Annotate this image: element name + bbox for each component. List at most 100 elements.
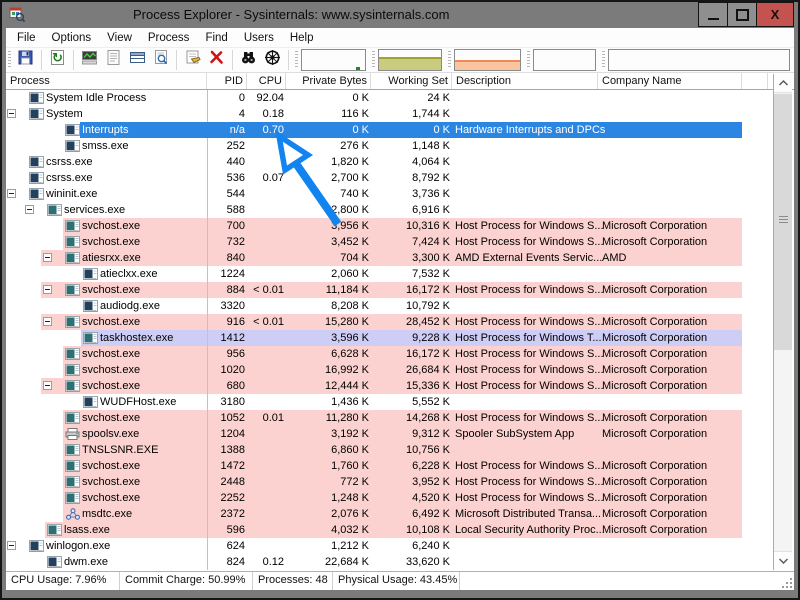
- cell-pb: 0 K: [288, 122, 369, 138]
- column-header-cpu[interactable]: CPU: [247, 73, 286, 89]
- process-row[interactable]: Interruptsn/a0.700 K0 KHardware Interrup…: [6, 122, 794, 138]
- process-row[interactable]: svchost.exe884< 0.0111,184 K16,172 KHost…: [6, 282, 794, 298]
- tree-collapse-toggle[interactable]: [7, 109, 16, 118]
- column-header-description[interactable]: Description: [452, 73, 598, 89]
- menu-item-find[interactable]: Find: [197, 30, 235, 46]
- menu-item-help[interactable]: Help: [282, 30, 322, 46]
- menu-item-process[interactable]: Process: [140, 30, 198, 46]
- tree-collapse-toggle[interactable]: [25, 205, 34, 214]
- cell-ws: 8,792 K: [372, 170, 450, 186]
- toolbar-gripper[interactable]: [448, 51, 451, 69]
- cell-pb: 16,992 K: [288, 362, 369, 378]
- cell-cpu: [247, 298, 284, 314]
- process-row[interactable]: svchost.exe102016,992 K26,684 KHost Proc…: [6, 362, 794, 378]
- toolbar-gripper[interactable]: [527, 51, 530, 69]
- properties-button[interactable]: [181, 49, 205, 71]
- column-header-process[interactable]: Process: [6, 73, 207, 89]
- process-row[interactable]: dwm.exe8240.1222,684 K33,620 K: [6, 554, 794, 570]
- process-row[interactable]: svchost.exe22521,248 K4,520 KHost Proces…: [6, 490, 794, 506]
- column-header-private-bytes[interactable]: Private Bytes: [286, 73, 371, 89]
- process-row[interactable]: audiodg.exe33208,208 K10,792 K: [6, 298, 794, 314]
- toolbar-gripper[interactable]: [372, 51, 375, 69]
- process-row[interactable]: atieclxx.exe12242,060 K7,532 K: [6, 266, 794, 282]
- tree-collapse-toggle[interactable]: [7, 541, 16, 550]
- minimize-button[interactable]: [698, 2, 728, 27]
- cell-comp: Microsoft Corporation: [602, 410, 742, 426]
- find-dlls-button[interactable]: [149, 49, 173, 71]
- process-row[interactable]: WUDFHost.exe31801,436 K5,552 K: [6, 394, 794, 410]
- find-button[interactable]: [237, 49, 261, 71]
- process-row[interactable]: csrss.exe4401,820 K4,064 K: [6, 154, 794, 170]
- show-process-tree-button[interactable]: [102, 49, 126, 71]
- cell-pb: 2,076 K: [288, 506, 369, 522]
- tree-collapse-toggle[interactable]: [43, 381, 52, 390]
- menu-item-view[interactable]: View: [99, 30, 140, 46]
- column-header-pid[interactable]: PID: [207, 73, 247, 89]
- process-row[interactable]: msdtc.exe23722,076 K6,492 KMicrosoft Dis…: [6, 506, 794, 522]
- tree-collapse-toggle[interactable]: [7, 189, 16, 198]
- cell-comp: [602, 106, 742, 122]
- process-row[interactable]: svchost.exe14721,760 K6,228 KHost Proces…: [6, 458, 794, 474]
- tree-collapse-toggle[interactable]: [43, 253, 52, 262]
- process-row[interactable]: svchost.exe68012,444 K15,336 KHost Proce…: [6, 378, 794, 394]
- process-row[interactable]: svchost.exe10520.0111,280 K14,268 KHost …: [6, 410, 794, 426]
- cell-pb: 0 K: [288, 90, 369, 106]
- cell-comp: Microsoft Corporation: [602, 234, 742, 250]
- process-row[interactable]: taskhostex.exe14123,596 K9,228 KHost Pro…: [6, 330, 794, 346]
- maximize-button[interactable]: [727, 2, 757, 27]
- column-header-company-name[interactable]: Company Name: [598, 73, 742, 89]
- process-row[interactable]: System Idle Process092.040 K24 K: [6, 90, 794, 106]
- physical-memory-history-graph[interactable]: [454, 49, 522, 71]
- cpu-usage-history-graph[interactable]: [301, 49, 367, 71]
- find-window-process-button[interactable]: [261, 49, 285, 71]
- toolbar-gripper[interactable]: [295, 51, 298, 69]
- process-row[interactable]: winlogon.exe6241,212 K6,240 K: [6, 538, 794, 554]
- cell-pb: 3,956 K: [288, 218, 369, 234]
- cell-pb: 1,820 K: [288, 154, 369, 170]
- gpu-history-graph[interactable]: [608, 49, 790, 71]
- process-row[interactable]: svchost.exe916< 0.0115,280 K28,452 KHost…: [6, 314, 794, 330]
- svc-window-icon: [65, 444, 80, 456]
- process-row[interactable]: svchost.exe9566,628 K16,172 KHost Proces…: [6, 346, 794, 362]
- commit-history-graph[interactable]: [378, 49, 442, 71]
- system-information-button[interactable]: [78, 49, 102, 71]
- refresh-button[interactable]: ↻: [46, 49, 70, 71]
- process-row[interactable]: csrss.exe5360.072,700 K8,792 K: [6, 170, 794, 186]
- process-row[interactable]: wininit.exe544740 K3,736 K: [6, 186, 794, 202]
- process-row[interactable]: services.exe5882,800 K6,916 K: [6, 202, 794, 218]
- kill-process-button[interactable]: [205, 49, 229, 71]
- process-row[interactable]: TNSLSNR.EXE13886,860 K10,756 K: [6, 442, 794, 458]
- close-button[interactable]: X: [756, 2, 794, 27]
- cell-pb: 11,280 K: [288, 410, 369, 426]
- menu-item-file[interactable]: File: [9, 30, 44, 46]
- process-row[interactable]: System40.18116 K1,744 K: [6, 106, 794, 122]
- process-explorer-window: Process Explorer - Sysinternals: www.sys…: [0, 0, 800, 600]
- column-header-working-set[interactable]: Working Set: [371, 73, 452, 89]
- process-row[interactable]: svchost.exe7003,956 K10,316 KHost Proces…: [6, 218, 794, 234]
- menu-item-options[interactable]: Options: [44, 30, 100, 46]
- tree-collapse-toggle[interactable]: [43, 317, 52, 326]
- menu-item-users[interactable]: Users: [236, 30, 282, 46]
- cell-cpu: [247, 474, 284, 490]
- process-row[interactable]: spoolsv.exe12043,192 K9,312 KSpooler Sub…: [6, 426, 794, 442]
- toolbar-gripper[interactable]: [602, 51, 605, 69]
- cell-cpu: 92.04: [247, 90, 284, 106]
- vertical-scrollbar[interactable]: [773, 74, 792, 570]
- process-row[interactable]: lsass.exe5964,032 K10,108 KLocal Securit…: [6, 522, 794, 538]
- process-row[interactable]: svchost.exe7323,452 K7,424 KHost Process…: [6, 234, 794, 250]
- io-history-graph[interactable]: [533, 49, 596, 71]
- resize-grip-icon[interactable]: [781, 577, 792, 588]
- process-row[interactable]: atiesrxx.exe840704 K3,300 KAMD External …: [6, 250, 794, 266]
- show-lower-pane-button[interactable]: [125, 49, 149, 71]
- cell-comp: Microsoft Corporation: [602, 506, 742, 522]
- save-button[interactable]: [14, 49, 38, 71]
- process-row[interactable]: svchost.exe2448772 K3,952 KHost Process …: [6, 474, 794, 490]
- process-row[interactable]: smss.exe252276 K1,148 K: [6, 138, 794, 154]
- cell-pid: 2448: [207, 474, 245, 490]
- toolbar-gripper[interactable]: [8, 51, 11, 69]
- cell-ws: 3,952 K: [372, 474, 450, 490]
- scrollbar-thumb[interactable]: [774, 94, 792, 350]
- scroll-up-button[interactable]: [774, 74, 792, 93]
- scroll-down-button[interactable]: [774, 551, 792, 570]
- tree-collapse-toggle[interactable]: [43, 285, 52, 294]
